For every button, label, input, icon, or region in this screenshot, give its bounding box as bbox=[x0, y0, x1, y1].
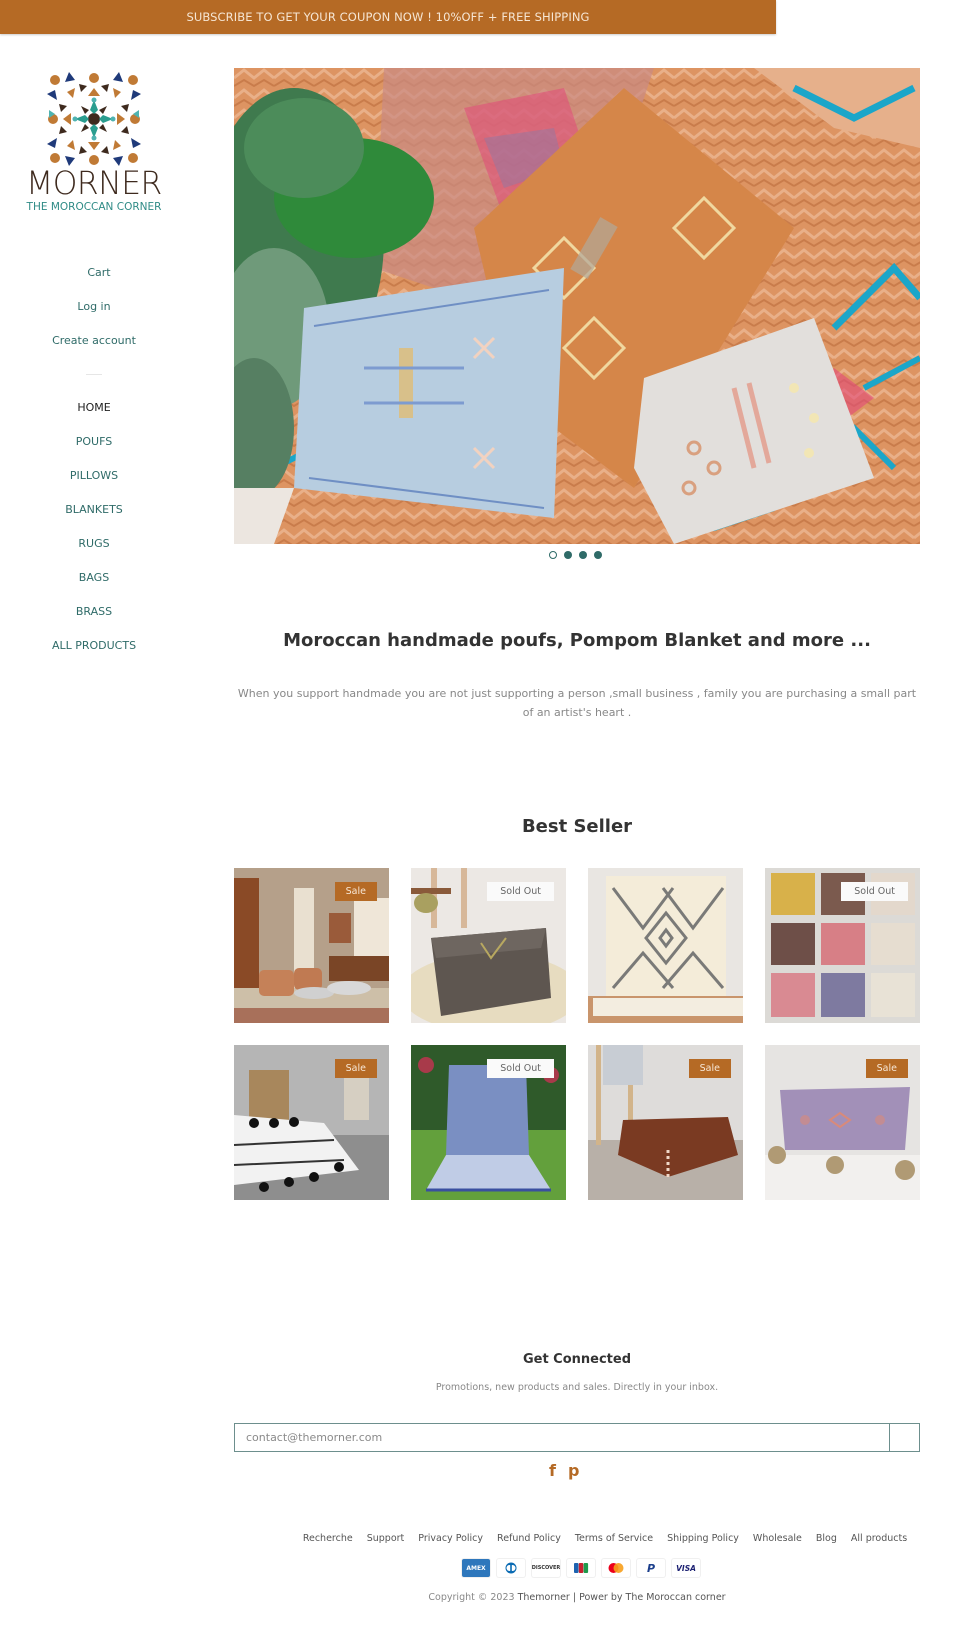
footer-link-refund-policy[interactable]: Refund Policy bbox=[497, 1533, 561, 1544]
sold-out-badge: Sold Out bbox=[487, 1059, 554, 1078]
jcb-icon bbox=[567, 1559, 595, 1577]
create-account-link[interactable]: Create account bbox=[0, 324, 188, 358]
payment-icons: AMEX DISCOVER P VISA bbox=[462, 1559, 700, 1577]
nav-poufs[interactable]: POUFS bbox=[0, 425, 188, 459]
nav-brass[interactable]: BRASS bbox=[0, 595, 188, 629]
copyright-suffix: | Power by The Moroccan corner bbox=[572, 1592, 726, 1603]
social-links: f p bbox=[549, 1461, 579, 1480]
logo-tagline: THE MOROCCAN CORNER bbox=[26, 201, 162, 213]
nav-blankets[interactable]: BLANKETS bbox=[0, 493, 188, 527]
copyright-prefix: Copyright © 2023 bbox=[428, 1592, 515, 1603]
sale-badge: Sale bbox=[334, 1059, 377, 1078]
product-card[interactable] bbox=[588, 868, 743, 1023]
product-image bbox=[588, 868, 743, 1023]
hero-image bbox=[234, 68, 920, 544]
newsletter-email-input[interactable] bbox=[234, 1423, 889, 1452]
footer-link-terms-of-service[interactable]: Terms of Service bbox=[575, 1533, 653, 1544]
footer-nav: Recherche Support Privacy Policy Refund … bbox=[234, 1533, 920, 1544]
main-nav: HOME POUFS PILLOWS BLANKETS RUGS BAGS BR… bbox=[0, 391, 188, 663]
nav-home[interactable]: HOME bbox=[0, 391, 188, 425]
footer-link-support[interactable]: Support bbox=[367, 1533, 405, 1544]
announcement-text: SUBSCRIBE TO GET YOUR COUPON NOW ! 10%OF… bbox=[186, 10, 590, 24]
footer-link-all-products[interactable]: All products bbox=[851, 1533, 907, 1544]
product-card[interactable]: Sale bbox=[588, 1045, 743, 1200]
slide-dot-3[interactable] bbox=[579, 551, 587, 559]
sidebar-links: Cart Log in Create account HOME POUFS PI… bbox=[0, 256, 188, 663]
sidebar-divider bbox=[86, 374, 102, 375]
best-seller-title: Best Seller bbox=[521, 816, 633, 837]
copyright: Copyright © 2023 Themorner | Power by Th… bbox=[234, 1592, 920, 1603]
product-card[interactable]: Sale bbox=[234, 868, 389, 1023]
logo-mosaic-icon bbox=[45, 70, 143, 168]
product-card[interactable]: Sold Out bbox=[411, 868, 566, 1023]
footer-link-wholesale[interactable]: Wholesale bbox=[753, 1533, 802, 1544]
sold-out-badge: Sold Out bbox=[841, 882, 908, 901]
discover-icon: DISCOVER bbox=[532, 1559, 560, 1577]
store-link[interactable]: Themorner bbox=[518, 1592, 570, 1603]
sale-badge: Sale bbox=[334, 882, 377, 901]
pinterest-icon[interactable]: p bbox=[568, 1461, 579, 1480]
sale-badge: Sale bbox=[865, 1059, 908, 1078]
paypal-icon: P bbox=[637, 1559, 665, 1577]
cart-link[interactable]: Cart bbox=[0, 256, 188, 290]
nav-all-products[interactable]: ALL PRODUCTS bbox=[0, 629, 188, 663]
footer-link-blog[interactable]: Blog bbox=[816, 1533, 837, 1544]
footer-link-shipping-policy[interactable]: Shipping Policy bbox=[667, 1533, 739, 1544]
nav-rugs[interactable]: RUGS bbox=[0, 527, 188, 561]
slide-dot-4[interactable] bbox=[594, 551, 602, 559]
slideshow-dots bbox=[549, 551, 602, 559]
intro-title: Moroccan handmade poufs, Pompom Blanket … bbox=[283, 630, 871, 651]
slide-dot-2[interactable] bbox=[564, 551, 572, 559]
product-card[interactable]: Sold Out bbox=[411, 1045, 566, 1200]
sold-out-badge: Sold Out bbox=[487, 882, 554, 901]
product-card[interactable]: Sale bbox=[234, 1045, 389, 1200]
footer-link-privacy-policy[interactable]: Privacy Policy bbox=[418, 1533, 483, 1544]
product-card[interactable]: Sold Out bbox=[765, 868, 920, 1023]
slide-dot-1[interactable] bbox=[549, 551, 557, 559]
product-card[interactable]: Sale bbox=[765, 1045, 920, 1200]
newsletter-submit-button[interactable] bbox=[889, 1423, 920, 1452]
logo[interactable]: MORNER THE MOROCCAN CORNER bbox=[20, 70, 168, 216]
hero-slide-image[interactable] bbox=[234, 68, 920, 544]
footer-link-recherche[interactable]: Recherche bbox=[303, 1533, 353, 1544]
logo-wordmark: MORNER bbox=[26, 164, 162, 202]
nav-pillows[interactable]: PILLOWS bbox=[0, 459, 188, 493]
intro-text: When you support handmade you are not ju… bbox=[237, 687, 917, 719]
login-link[interactable]: Log in bbox=[0, 290, 188, 324]
visa-icon: VISA bbox=[672, 1559, 700, 1577]
nav-bags[interactable]: BAGS bbox=[0, 561, 188, 595]
amex-icon: AMEX bbox=[462, 1559, 490, 1577]
newsletter-form bbox=[234, 1423, 920, 1452]
diners-club-icon bbox=[497, 1559, 525, 1577]
newsletter-text: Promotions, new products and sales. Dire… bbox=[435, 1382, 719, 1393]
newsletter-title: Get Connected bbox=[522, 1352, 632, 1367]
facebook-icon[interactable]: f bbox=[549, 1461, 556, 1480]
mastercard-icon bbox=[602, 1559, 630, 1577]
announcement-bar[interactable]: SUBSCRIBE TO GET YOUR COUPON NOW ! 10%OF… bbox=[0, 0, 776, 34]
sale-badge: Sale bbox=[688, 1059, 731, 1078]
